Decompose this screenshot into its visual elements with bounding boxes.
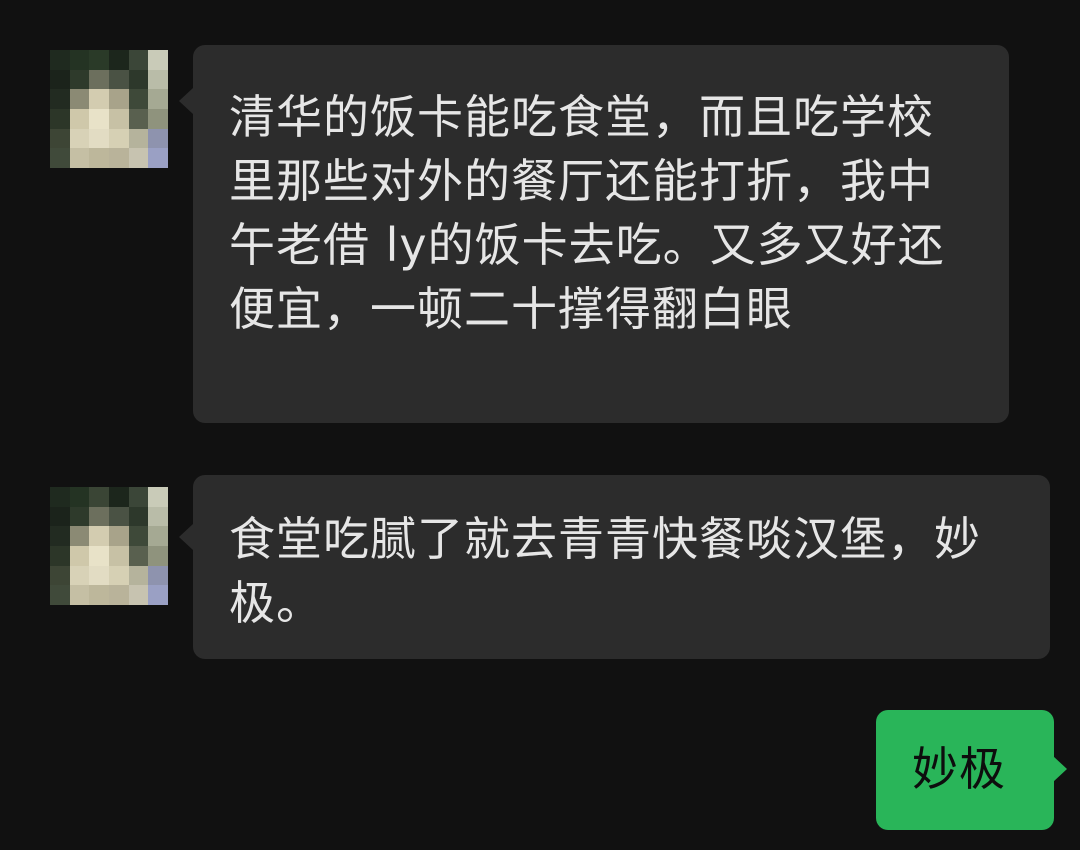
bubble-tail (179, 88, 193, 114)
message-text: 食堂吃腻了就去青青快餐啖汉堡，妙极。 (229, 512, 981, 630)
message-text: 清华的饭卡能吃食堂，而且吃学校里那些对外的餐厅还能打折，我中午老借 ly的饭卡去… (229, 90, 945, 336)
bubble-tail (1053, 756, 1067, 782)
bubble-tail (179, 524, 193, 550)
contact-avatar[interactable] (50, 50, 168, 168)
message-text: 妙极 (912, 742, 1006, 796)
message-bubble-incoming[interactable]: 食堂吃腻了就去青青快餐啖汉堡，妙极。 (193, 475, 1050, 659)
contact-avatar[interactable] (50, 487, 168, 605)
chat-area[interactable]: 清华的饭卡能吃食堂，而且吃学校里那些对外的餐厅还能打折，我中午老借 ly的饭卡去… (0, 0, 1080, 850)
message-bubble-incoming[interactable]: 清华的饭卡能吃食堂，而且吃学校里那些对外的餐厅还能打折，我中午老借 ly的饭卡去… (193, 45, 1009, 423)
message-bubble-outgoing[interactable]: 妙极 (876, 710, 1054, 830)
